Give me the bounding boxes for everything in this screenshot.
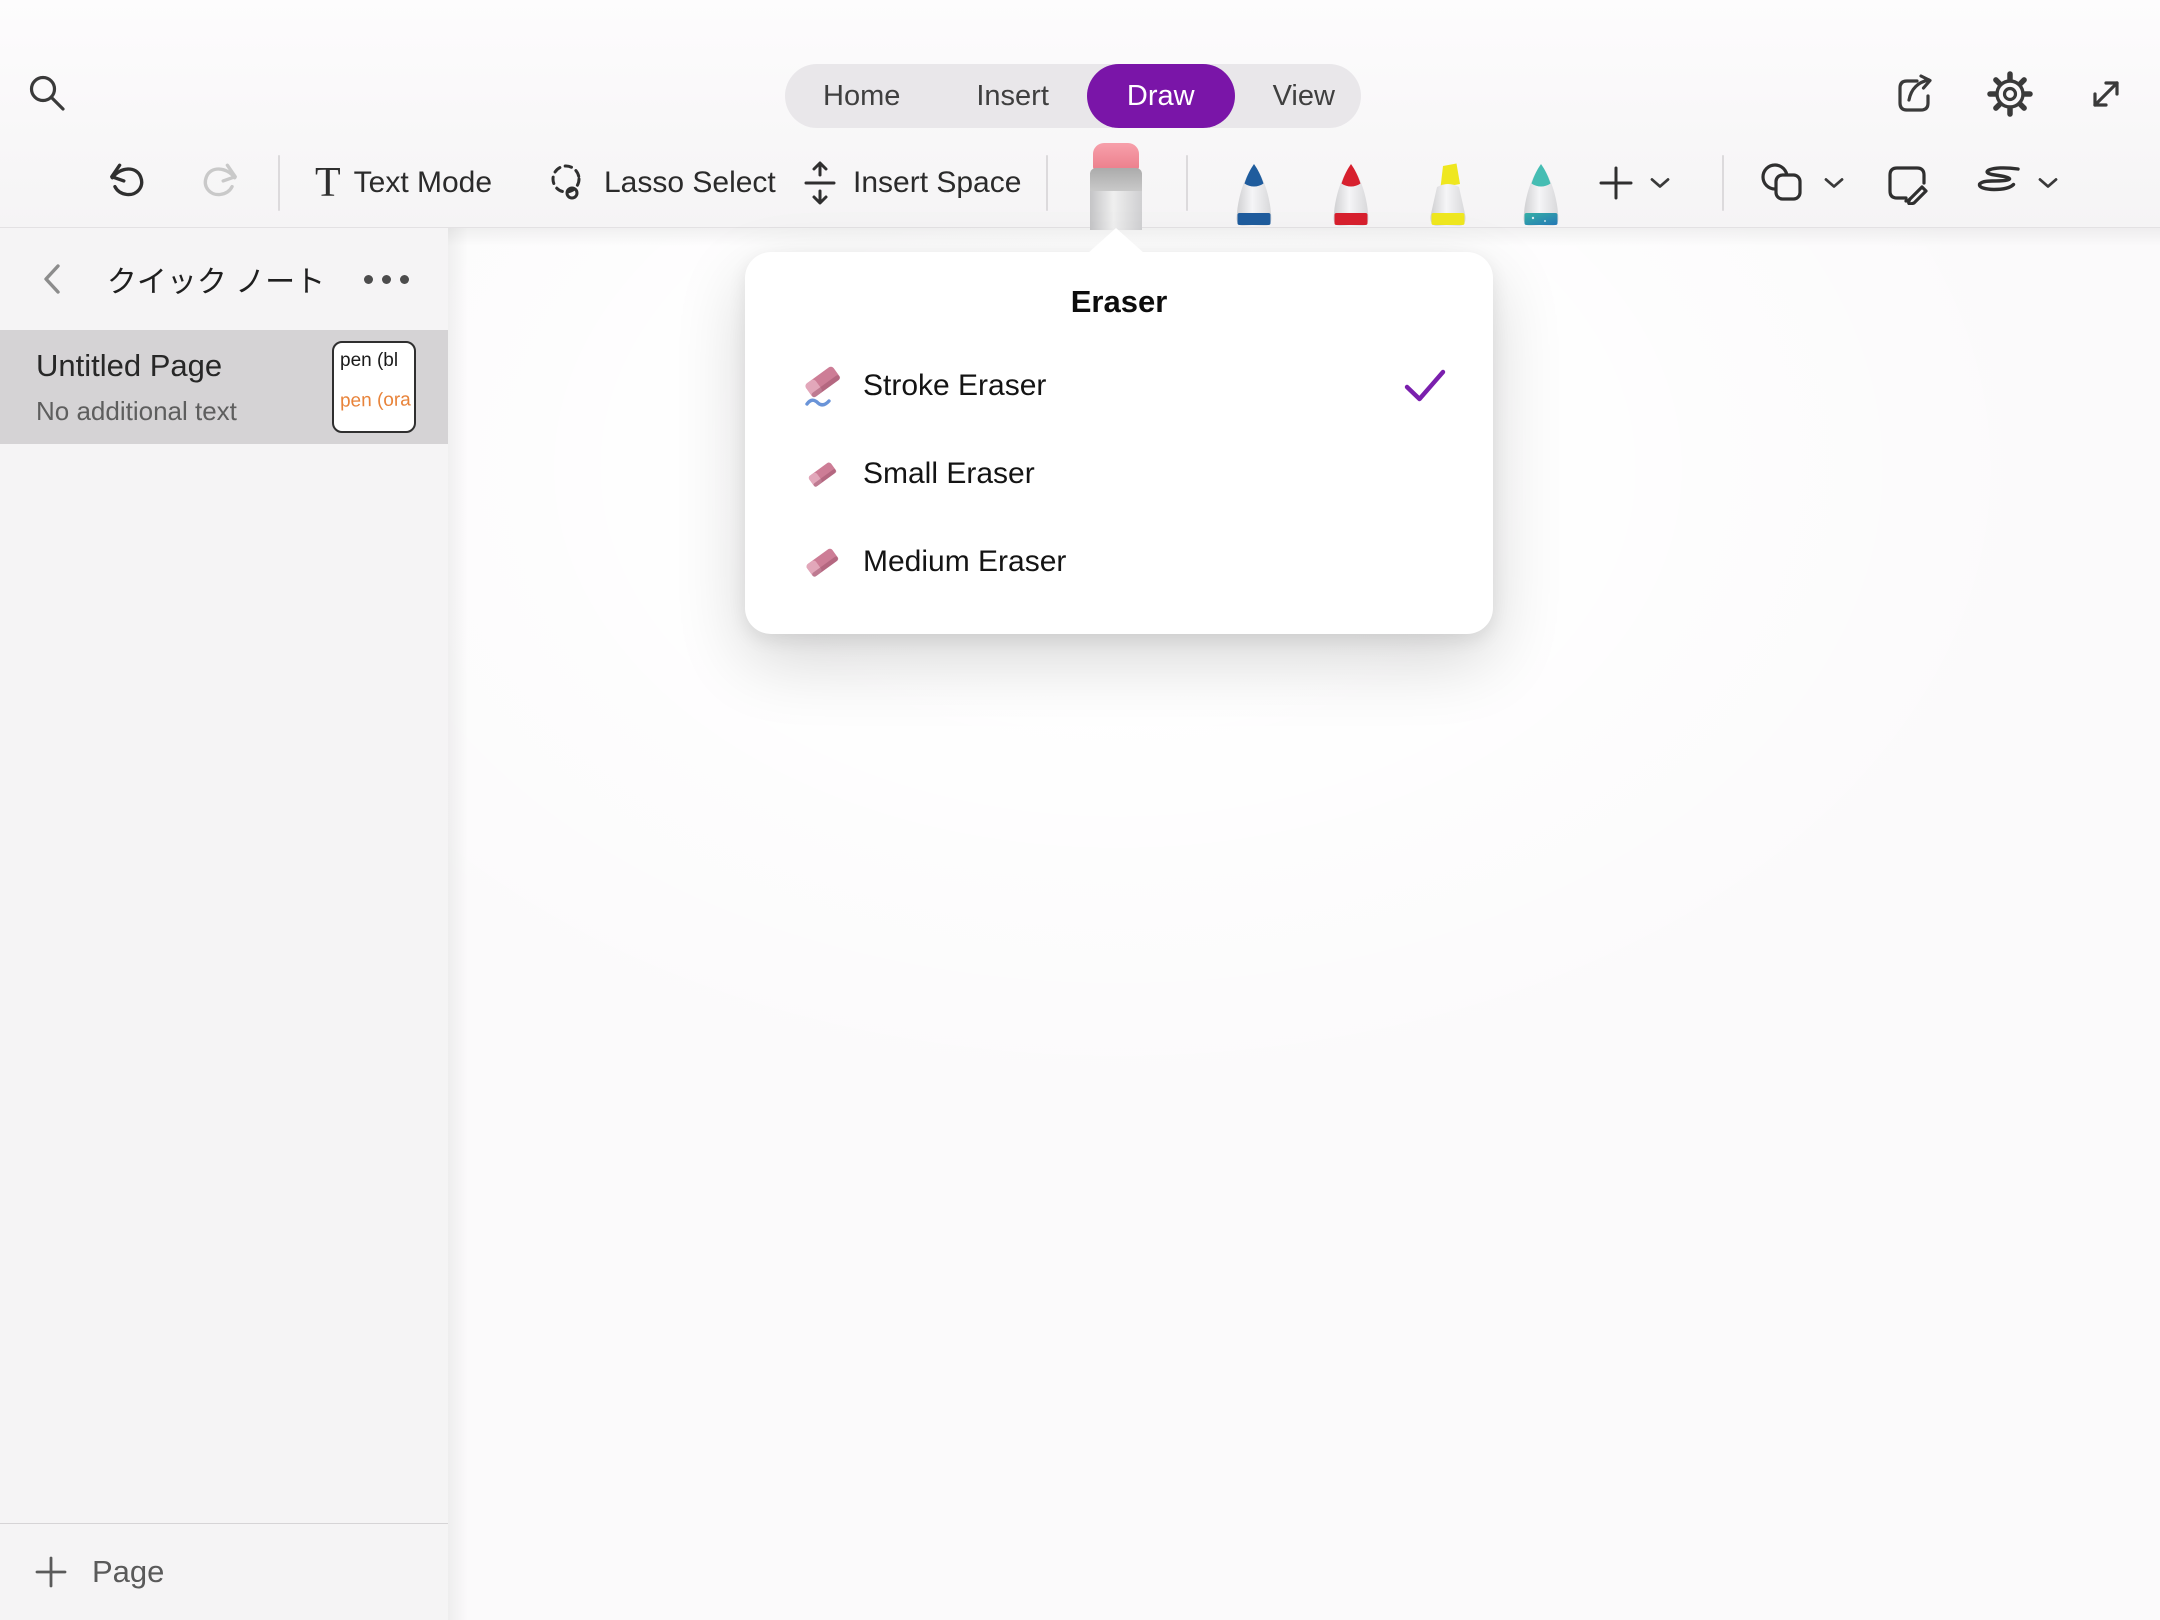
galaxy-pen-icon xyxy=(1509,162,1573,228)
search-icon xyxy=(25,71,71,117)
add-page-label: Page xyxy=(92,1554,164,1590)
toolbar-divider xyxy=(1722,155,1724,211)
menu-item-label: Stroke Eraser xyxy=(863,369,1046,403)
red-pen-button[interactable] xyxy=(1319,162,1383,228)
shapes-button[interactable] xyxy=(1758,138,1845,228)
eraser-options: Stroke Eraser Small Eraser xyxy=(745,342,1493,606)
add-page-button[interactable]: Page xyxy=(0,1523,448,1620)
page-list-sidebar: クイック ノート Untitled Page No additional tex… xyxy=(0,228,448,1620)
page-subtitle: No additional text xyxy=(36,396,237,427)
lasso-select-button[interactable]: Lasso Select xyxy=(545,138,776,228)
tab-insert[interactable]: Insert xyxy=(938,64,1087,128)
page-title: Untitled Page xyxy=(36,348,222,384)
highlighter-icon xyxy=(1416,162,1480,228)
text-mode-button[interactable]: T Text Mode xyxy=(315,138,492,228)
page-list-item-selected[interactable]: Untitled Page No additional text pen (bl… xyxy=(0,330,448,444)
toolbar-divider xyxy=(1186,155,1188,211)
menu-item-label: Medium Eraser xyxy=(863,545,1066,579)
ink-to-shape-button[interactable] xyxy=(1966,138,2059,228)
insert-space-icon xyxy=(800,160,840,206)
galaxy-pen-button[interactable] xyxy=(1509,162,1573,228)
stroke-eraser-icon xyxy=(798,361,848,411)
note-pen-icon xyxy=(1884,161,1932,205)
more-options-button[interactable] xyxy=(354,256,418,302)
chevron-down-icon xyxy=(1649,176,1671,190)
plus-icon xyxy=(1596,163,1636,203)
redo-icon xyxy=(196,160,242,206)
ellipsis-icon xyxy=(364,275,373,284)
chevron-down-icon xyxy=(1823,176,1845,190)
menu-item-medium-eraser[interactable]: Medium Eraser xyxy=(745,518,1493,606)
gear-icon xyxy=(1986,70,2034,118)
undo-button[interactable] xyxy=(105,138,151,228)
tab-view[interactable]: View xyxy=(1235,64,1373,128)
shapes-icon xyxy=(1758,161,1810,205)
tab-home[interactable]: Home xyxy=(785,64,938,128)
plus-icon xyxy=(34,1555,68,1589)
chevron-left-icon xyxy=(41,262,63,296)
thumbnail-ink-line-1: pen (bl xyxy=(340,350,398,371)
ribbon-tabs: Home Insert Draw View xyxy=(785,64,1361,128)
chevron-down-icon xyxy=(2037,176,2059,190)
expand-diagonal-icon xyxy=(2083,71,2129,117)
top-toolbar: Home Insert Draw View xyxy=(0,0,2160,228)
medium-eraser-icon xyxy=(801,540,845,584)
checkmark-icon xyxy=(1403,368,1447,404)
share-button[interactable] xyxy=(1890,70,1938,118)
red-pen-icon xyxy=(1319,162,1383,228)
blue-pen-icon xyxy=(1222,162,1286,228)
undo-icon xyxy=(105,160,151,206)
highlighter-button[interactable] xyxy=(1416,162,1480,228)
blue-pen-button[interactable] xyxy=(1222,162,1286,228)
sidebar-header: クイック ノート xyxy=(0,228,448,330)
tab-row: Home Insert Draw View xyxy=(0,0,2160,138)
eraser-popup: Eraser Stroke Eraser xyxy=(745,252,1493,634)
back-button[interactable] xyxy=(30,256,74,302)
page-thumbnail: pen (bl pen (ora xyxy=(332,341,416,433)
lasso-select-icon xyxy=(545,160,591,206)
scribble-icon xyxy=(1966,164,2024,202)
tab-draw[interactable]: Draw xyxy=(1087,64,1235,128)
toolbar-divider xyxy=(1046,155,1048,211)
search-button[interactable] xyxy=(24,70,72,118)
text-mode-label: Text Mode xyxy=(354,166,492,200)
eraser-icon xyxy=(1093,143,1139,170)
add-pen-button[interactable] xyxy=(1596,138,1671,228)
menu-item-label: Small Eraser xyxy=(863,457,1035,491)
share-icon xyxy=(1890,70,1938,118)
draw-toolbar: T Text Mode Lasso Select Insert Space xyxy=(0,138,2160,228)
small-eraser-icon xyxy=(804,455,842,493)
insert-space-button[interactable]: Insert Space xyxy=(800,138,1021,228)
fullscreen-button[interactable] xyxy=(2082,70,2130,118)
toolbar-divider xyxy=(278,155,280,211)
window-actions xyxy=(1890,70,2130,118)
insert-space-label: Insert Space xyxy=(853,166,1021,200)
eraser-tool-button[interactable] xyxy=(1085,143,1147,228)
redo-button[interactable] xyxy=(196,138,242,228)
thumbnail-ink-line-2: pen (ora xyxy=(340,390,414,410)
settings-button[interactable] xyxy=(1986,70,2034,118)
menu-item-stroke-eraser[interactable]: Stroke Eraser xyxy=(745,342,1493,430)
lasso-select-label: Lasso Select xyxy=(604,166,776,200)
popup-arrow xyxy=(1088,228,1144,253)
eraser-popup-title: Eraser xyxy=(745,252,1493,320)
notebook-title: クイック ノート xyxy=(74,228,358,330)
text-mode-icon: T xyxy=(315,162,341,204)
menu-item-small-eraser[interactable]: Small Eraser xyxy=(745,430,1493,518)
ink-annotate-button[interactable] xyxy=(1884,138,1932,228)
